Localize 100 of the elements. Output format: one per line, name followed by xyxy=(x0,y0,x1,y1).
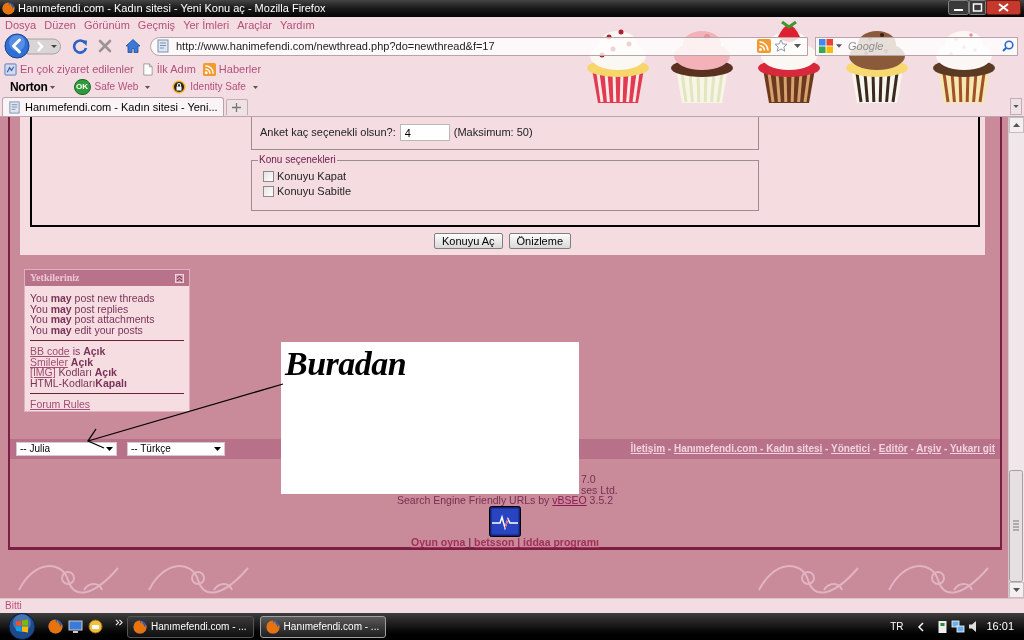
menu-item[interactable]: Yer İmleri xyxy=(183,19,230,31)
caret-icon[interactable] xyxy=(252,85,258,89)
permission-text: You may post new threads xyxy=(30,293,155,304)
taskbar-button[interactable]: Hanımefendi.com - ... xyxy=(127,615,254,638)
toolbar-item[interactable]: Safe Web xyxy=(94,82,139,92)
checkbox-label: Konuyu Kapat xyxy=(277,171,347,182)
message-icon[interactable] xyxy=(88,619,103,634)
checkbox[interactable] xyxy=(263,171,274,182)
status-text: Bitti xyxy=(5,601,22,611)
caret-icon xyxy=(106,447,113,451)
form-button[interactable]: Konuyu Aç xyxy=(433,233,503,249)
search-icon[interactable] xyxy=(1002,40,1014,52)
window-title: Hanımefendi.com - Kadın sitesi - Yeni Konu aç - Mozilla Firefox xyxy=(18,3,326,14)
back-icon[interactable] xyxy=(4,33,30,59)
feed-icon xyxy=(202,62,216,76)
speaker-icon[interactable] xyxy=(968,620,978,633)
field-label: Anket kaç seçenekli olsun?: xyxy=(260,127,396,138)
chevron-left-icon[interactable] xyxy=(918,621,925,632)
search-bar[interactable]: Google xyxy=(815,36,1018,56)
firefox-icon[interactable] xyxy=(48,619,63,634)
close-icon[interactable] xyxy=(986,0,1021,15)
caret-icon[interactable] xyxy=(836,44,842,48)
bookmark-item[interactable]: Haberler xyxy=(202,62,262,76)
dropdown-value: -- Julia xyxy=(20,444,50,454)
search-engine-icon[interactable] xyxy=(819,39,833,53)
menu-item[interactable]: Yardım xyxy=(280,19,315,31)
browser-tab[interactable]: Hanımefendi.com - Kadın sitesi - Yeni... xyxy=(2,97,224,116)
clock[interactable]: 16:01 xyxy=(986,621,1014,632)
footer-link[interactable]: Yukarı git xyxy=(950,443,995,454)
language-indicator[interactable]: TR xyxy=(890,621,904,632)
footer-link[interactable]: Hanımefendi.com - Kadın sitesi xyxy=(673,443,823,454)
footer-link[interactable]: Yönetici xyxy=(831,443,870,454)
menu-item[interactable]: Araçlar xyxy=(237,19,273,31)
collapse-icon[interactable] xyxy=(175,273,184,283)
toolbar-item[interactable]: Identity Safe xyxy=(190,82,246,92)
field-hint: (Maksimum: 50) xyxy=(453,127,533,138)
page-icon xyxy=(140,62,154,76)
network-icon[interactable] xyxy=(951,620,966,633)
taskbar-button[interactable]: Hanımefendi.com - ... xyxy=(259,615,387,638)
pulse-icon[interactable] xyxy=(489,505,521,537)
caret-icon[interactable] xyxy=(794,44,801,48)
sponsor-link[interactable]: betsson | iddaa programı xyxy=(474,535,599,548)
dropdown-value: -- Türkçe xyxy=(131,444,171,454)
menu-item[interactable]: Düzen xyxy=(44,19,76,31)
panel-title: Yetkileriniz xyxy=(30,273,80,283)
bookmark-item[interactable]: En çok ziyaret edilenler xyxy=(4,62,134,76)
monitor-icon[interactable] xyxy=(68,619,83,634)
start-orb-icon[interactable] xyxy=(7,613,37,640)
seo-credit-text: Search Engine Friendly URLs by vBSEO 3.5.2 xyxy=(397,495,613,506)
sponsor-link[interactable]: Oyun oyna xyxy=(411,535,466,548)
page-icon xyxy=(156,39,170,53)
footer-link[interactable]: İletişim xyxy=(630,443,666,454)
device-icon[interactable] xyxy=(937,619,949,634)
home-icon[interactable] xyxy=(125,38,141,54)
credit-text: ses Ltd. xyxy=(581,483,618,496)
plus-icon xyxy=(232,103,242,112)
reload-icon[interactable] xyxy=(72,38,88,54)
form-button[interactable]: Önizleme xyxy=(508,233,572,249)
footer-link[interactable]: Editör xyxy=(878,443,908,454)
menu-item[interactable]: Dosya xyxy=(5,19,37,31)
star-icon[interactable] xyxy=(774,39,788,53)
setting-link[interactable]: BB code xyxy=(30,345,70,357)
firefox-icon xyxy=(2,2,15,15)
tab-list-button[interactable] xyxy=(1010,98,1022,115)
page-chart-icon xyxy=(4,62,17,76)
address-bar[interactable]: http://www.hanimefendi.com/newthread.php?do=newthread&f=17 xyxy=(150,36,808,56)
permission-text: You may post replies xyxy=(30,303,129,314)
credit-link[interactable]: vBSEO xyxy=(552,494,587,506)
annotation-text: Buradan xyxy=(285,347,407,381)
minimize-icon[interactable] xyxy=(948,0,969,15)
caret-icon xyxy=(1013,105,1019,108)
credit-text: 7.0 xyxy=(581,473,596,485)
scroll-up-icon[interactable] xyxy=(1009,117,1024,133)
scrollbar-thumb[interactable] xyxy=(1009,470,1023,582)
forum-rules-link[interactable]: Forum Rules xyxy=(30,399,91,410)
caret-icon xyxy=(214,447,221,451)
caret-icon[interactable] xyxy=(49,85,55,89)
setting-link[interactable]: Smileler xyxy=(30,355,68,368)
search-input[interactable]: Google xyxy=(848,38,888,54)
setting-text: [IMG] Kodları Açık xyxy=(30,367,117,378)
footer-link[interactable]: Arşiv xyxy=(916,443,942,454)
scroll-down-icon[interactable] xyxy=(1009,582,1024,598)
caret-icon[interactable] xyxy=(145,85,151,89)
dropdown[interactable]: -- Julia xyxy=(16,442,117,456)
menu-item[interactable]: Görünüm xyxy=(84,19,130,31)
dropdown[interactable]: -- Türkçe xyxy=(127,442,225,456)
new-tab-button[interactable] xyxy=(225,99,248,115)
chevron-icon[interactable] xyxy=(115,619,123,626)
sponsor-links: Oyun oyna | betsson | iddaa programı xyxy=(411,536,599,547)
lock-icon xyxy=(172,80,187,94)
setting-text: BB code is Açık xyxy=(30,346,106,357)
norton-logo[interactable]: Norton xyxy=(10,81,48,93)
forward-icon[interactable] xyxy=(27,37,61,55)
checkbox[interactable] xyxy=(263,186,274,197)
address-input[interactable]: http://www.hanimefendi.com/newthread.php?do=newthread&f=17 xyxy=(176,38,556,54)
number-input[interactable]: 4 xyxy=(399,124,450,141)
setting-link[interactable]: [IMG] xyxy=(30,366,56,378)
menu-item[interactable]: Geçmiş xyxy=(137,19,176,31)
maximize-icon[interactable] xyxy=(969,0,986,15)
bookmark-item[interactable]: İlk Adım xyxy=(140,62,196,76)
